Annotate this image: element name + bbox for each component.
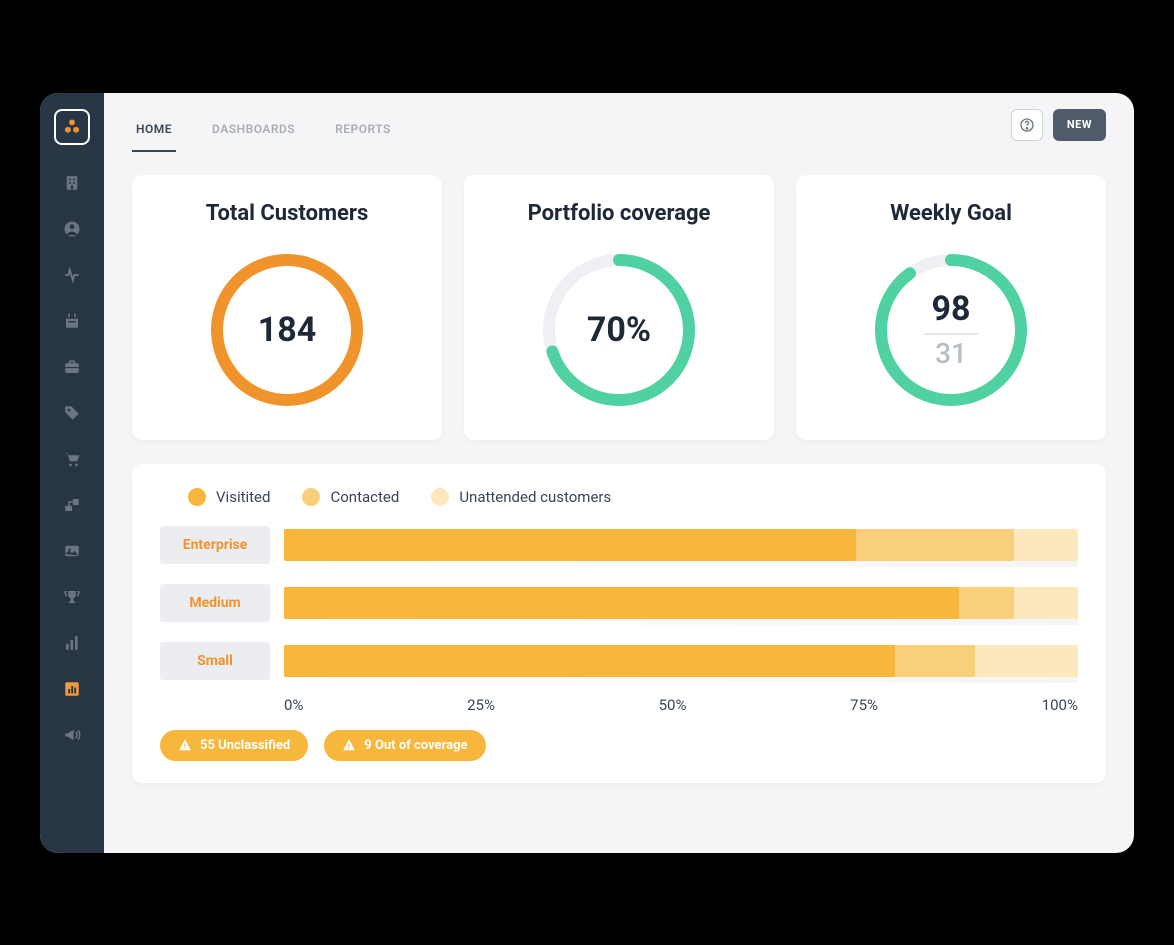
app-logo[interactable]	[54, 109, 90, 145]
legend-label: Visitited	[216, 488, 270, 506]
ring-coverage: 70%	[539, 250, 699, 410]
card-title: Portfolio coverage	[528, 201, 711, 226]
axis-tick: 100%	[1042, 696, 1078, 714]
ring-total: 184	[207, 250, 367, 410]
total-value: 184	[258, 310, 317, 350]
coverage-value: 70%	[587, 310, 651, 350]
legend-label: Unattended customers	[459, 488, 611, 506]
bar-track	[284, 529, 1078, 561]
stats-icon[interactable]	[56, 627, 88, 659]
bar-label: Enterprise	[160, 526, 270, 564]
alert-outofcoverage[interactable]: 9 Out of coverage	[324, 730, 485, 761]
image-icon[interactable]	[56, 535, 88, 567]
bar-track	[284, 587, 1078, 619]
building-icon[interactable]	[56, 167, 88, 199]
coverage-chart: Visitited Contacted Unattended customers…	[132, 464, 1106, 783]
bar-row-medium: Medium	[160, 584, 1078, 622]
x-axis: 0% 25% 50% 75% 100%	[284, 696, 1078, 714]
legend: Visitited Contacted Unattended customers	[160, 488, 1078, 506]
tab-reports[interactable]: REPORTS	[331, 98, 395, 152]
sidebar	[40, 93, 104, 853]
alert-label: 55 Unclassified	[200, 738, 290, 753]
bar-row-enterprise: Enterprise	[160, 526, 1078, 564]
main-content: HOME DASHBOARDS REPORTS NEW Total Custom…	[104, 93, 1134, 853]
legend-label: Contacted	[330, 488, 399, 506]
activity-icon[interactable]	[56, 259, 88, 291]
megaphone-icon[interactable]	[56, 719, 88, 751]
card-title: Total Customers	[206, 201, 369, 226]
axis-tick: 25%	[467, 696, 495, 714]
card-title: Weekly Goal	[890, 201, 1012, 226]
app-window: HOME DASHBOARDS REPORTS NEW Total Custom…	[40, 93, 1134, 853]
bar-row-small: Small	[160, 642, 1078, 680]
portfolio-coverage-card: Portfolio coverage 70%	[464, 175, 774, 440]
weekly-goal-card: Weekly Goal 98 31	[796, 175, 1106, 440]
legend-unattended: Unattended customers	[431, 488, 611, 506]
bar-track	[284, 645, 1078, 677]
tab-home[interactable]: HOME	[132, 98, 176, 152]
axis-tick: 75%	[850, 696, 878, 714]
help-button[interactable]	[1011, 109, 1043, 141]
alert-unclassified[interactable]: 55 Unclassified	[160, 730, 308, 761]
calendar-icon[interactable]	[56, 305, 88, 337]
bar-label: Medium	[160, 584, 270, 622]
topbar: HOME DASHBOARDS REPORTS NEW	[132, 93, 1106, 157]
metric-cards: Total Customers 184 Portfolio coverage 7…	[132, 175, 1106, 440]
new-button[interactable]: NEW	[1053, 109, 1106, 141]
ring-goal: 98 31	[871, 250, 1031, 410]
goal-value: 98	[931, 289, 970, 329]
legend-contacted: Contacted	[302, 488, 399, 506]
total-customers-card: Total Customers 184	[132, 175, 442, 440]
chart-icon[interactable]	[56, 673, 88, 705]
axis-tick: 0%	[284, 696, 303, 714]
bar-label: Small	[160, 642, 270, 680]
bar-rows: Enterprise Medium	[160, 526, 1078, 680]
route-icon[interactable]	[56, 489, 88, 521]
cart-icon[interactable]	[56, 443, 88, 475]
briefcase-icon[interactable]	[56, 351, 88, 383]
trophy-icon[interactable]	[56, 581, 88, 613]
axis-tick: 50%	[659, 696, 687, 714]
tab-dashboards[interactable]: DASHBOARDS	[208, 98, 299, 152]
goal-sub: 31	[924, 333, 978, 370]
alerts: 55 Unclassified 9 Out of coverage	[160, 730, 1078, 761]
alert-label: 9 Out of coverage	[364, 738, 467, 753]
tabs: HOME DASHBOARDS REPORTS	[132, 98, 395, 152]
tag-icon[interactable]	[56, 397, 88, 429]
user-icon[interactable]	[56, 213, 88, 245]
legend-visited: Visitited	[188, 488, 270, 506]
